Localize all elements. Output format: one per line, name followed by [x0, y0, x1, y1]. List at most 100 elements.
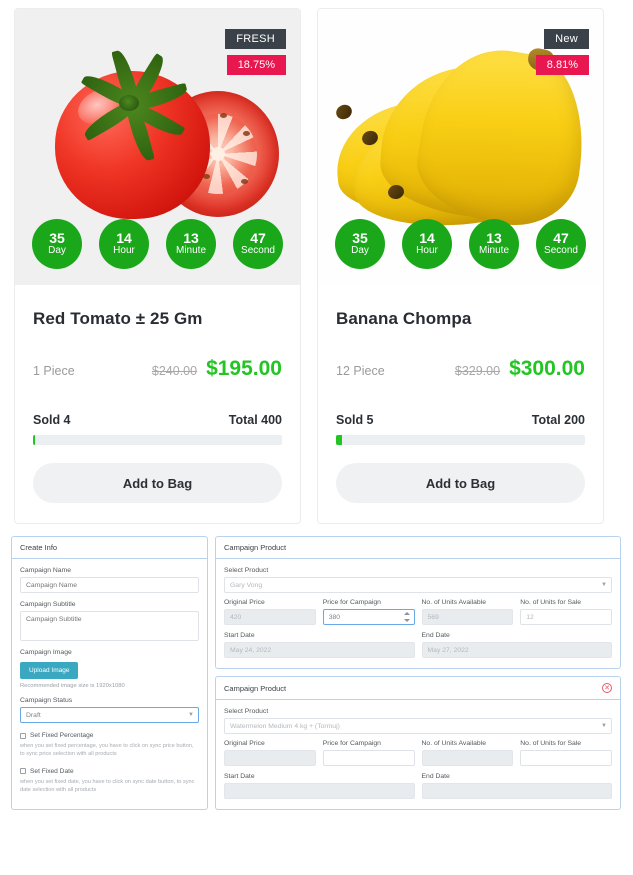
units-for-sale-input[interactable]: 12 [520, 609, 612, 625]
countdown-label: Hour [416, 245, 438, 257]
units-for-sale-label: No. of Units for Sale [520, 740, 582, 747]
countdown-value: 35 [352, 230, 368, 247]
select-product-label: Select Product [224, 708, 269, 715]
original-price-field-1: Original Price 420 [224, 599, 316, 625]
status-badge: New [544, 29, 589, 49]
create-info-body: Campaign Name Campaign Subtitle Campaign… [12, 559, 207, 805]
campaign-product-header-2: Campaign Product ✕ [216, 677, 620, 700]
units-available-field-2: No. of Units Available [421, 740, 514, 766]
total-count: Total 400 [228, 413, 282, 427]
units-available-input [421, 750, 514, 766]
fixed-percentage-checkbox[interactable] [20, 732, 26, 739]
end-date-input[interactable]: May 27, 2022 [421, 642, 612, 658]
campaign-subtitle-label: Campaign Subtitle [20, 601, 76, 608]
remove-product-icon[interactable]: ✕ [602, 683, 612, 693]
product-unit: 1 Piece [33, 364, 75, 378]
select-product-dropdown[interactable]: Gary Vong [224, 577, 612, 593]
page-root: FRESH 18.75% 35 Day 14 Hour 13 Minute 47… [0, 0, 633, 875]
countdown-value: 35 [49, 230, 65, 247]
start-date-field-1: Start Date May 24, 2022 [224, 632, 415, 658]
countdown-value: 13 [183, 230, 199, 247]
countdown-value: 14 [116, 230, 132, 247]
badge-group-tomato: FRESH 18.75% [225, 29, 286, 75]
price-campaign-label: Price for Campaign [322, 599, 381, 606]
product-unit: 12 Piece [336, 364, 385, 378]
original-price-input [224, 750, 316, 766]
progress-fill [336, 435, 343, 445]
campaign-status-label: Campaign Status [20, 697, 73, 704]
upload-image-button[interactable]: Upload Image [20, 662, 79, 679]
fixed-date-help: when you set fixed date, you have to cli… [20, 778, 195, 794]
fixed-percentage-row[interactable]: Set Fixed Percentage [20, 732, 199, 739]
countdown-label: Second [241, 245, 275, 257]
start-date-label: Start Date [224, 632, 255, 639]
countdown-second: 47 Second [536, 219, 586, 269]
campaign-status-select-wrap[interactable]: Draft ▼ [20, 707, 199, 723]
discount-badge: 8.81% [535, 55, 589, 75]
select-product-dropdown[interactable]: Watermelon Medium 4 kg + (Tormuj) [224, 718, 612, 734]
units-available-label: No. of Units Available [421, 740, 486, 747]
original-price-label: Original Price [224, 599, 265, 606]
end-date-input[interactable] [421, 783, 612, 799]
countdown-hour: 14 Hour [402, 219, 452, 269]
product-title: Banana Chompa [336, 309, 472, 328]
countdown-day: 35 Day [32, 219, 82, 269]
countdown-day: 35 Day [335, 219, 385, 269]
countdown-timer-banana: 35 Day 14 Hour 13 Minute 47 Second [318, 219, 603, 269]
product-title: Red Tomato ± 25 Gm [33, 309, 203, 328]
product-card-banana[interactable]: New 8.81% 35 Day 14 Hour 13 Minute 47 Se… [317, 8, 604, 524]
price-campaign-wrap[interactable]: 380 [322, 609, 415, 625]
select-product-wrap-2[interactable]: Watermelon Medium 4 kg + (Tormuj) ▼ [224, 718, 612, 734]
select-product-wrap-1[interactable]: Gary Vong ▼ [224, 577, 612, 593]
price-campaign-input[interactable] [322, 750, 415, 766]
start-date-label: Start Date [224, 773, 255, 780]
campaign-name-label: Campaign Name [20, 567, 71, 574]
fixed-date-row[interactable]: Set Fixed Date [20, 768, 199, 775]
start-date-input[interactable]: May 24, 2022 [224, 642, 415, 658]
price-campaign-input[interactable]: 380 [322, 609, 415, 625]
tomato-seed [241, 179, 248, 184]
campaign-name-input[interactable] [20, 577, 199, 593]
product-card-tomato[interactable]: FRESH 18.75% 35 Day 14 Hour 13 Minute 47… [14, 8, 301, 524]
stock-row: Sold 5 Total 200 [336, 413, 585, 427]
campaign-product-header-1: Campaign Product [216, 537, 620, 559]
campaign-product-panel-1: Campaign Product Select Product Gary Von… [215, 536, 621, 669]
fixed-percentage-label: Set Fixed Percentage [30, 732, 94, 739]
campaign-product-body-2: Select Product Watermelon Medium 4 kg + … [216, 700, 620, 809]
price-row: 12 Piece $329.00 $300.00 [336, 357, 585, 381]
units-for-sale-field-1: No. of Units for Sale 12 [520, 599, 612, 625]
price-campaign-field-1: Price for Campaign 380 [322, 599, 415, 625]
fixed-date-checkbox[interactable] [20, 768, 26, 775]
countdown-minute: 13 Minute [166, 219, 216, 269]
campaign-form-area: Create Info Campaign Name Campaign Subti… [0, 524, 633, 818]
original-price-field-2: Original Price [224, 740, 316, 766]
countdown-label: Day [48, 245, 66, 257]
campaign-products-column: Campaign Product Select Product Gary Von… [215, 536, 621, 810]
price-campaign-field-2: Price for Campaign [322, 740, 415, 766]
campaign-status-select[interactable]: Draft [20, 707, 199, 723]
stock-progress-bar [336, 435, 585, 445]
start-date-input[interactable] [224, 783, 415, 799]
units-for-sale-input[interactable] [520, 750, 612, 766]
end-date-label: End Date [421, 773, 450, 780]
add-to-bag-button[interactable]: Add to Bag [336, 463, 585, 503]
progress-fill [33, 435, 36, 445]
add-to-bag-button[interactable]: Add to Bag [33, 463, 282, 503]
campaign-subtitle-input[interactable] [20, 611, 199, 641]
product-cards-area: FRESH 18.75% 35 Day 14 Hour 13 Minute 47… [0, 0, 633, 524]
product-details-banana: Banana Chompa 12 Piece $329.00 $300.00 S… [318, 285, 603, 523]
campaign-product-title: Campaign Product [224, 543, 287, 552]
price-group: $329.00 $300.00 [455, 357, 585, 381]
end-date-field-2: End Date [421, 773, 612, 799]
countdown-label: Minute [175, 245, 206, 257]
price-group: $240.00 $195.00 [152, 357, 282, 381]
original-price: $240.00 [151, 364, 198, 378]
date-grid-1: Start Date May 24, 2022 End Date May 27,… [224, 632, 612, 658]
campaign-product-body-1: Select Product Gary Vong ▼ Original Pric… [216, 559, 620, 668]
units-for-sale-field-2: No. of Units for Sale [520, 740, 612, 766]
fixed-date-label: Set Fixed Date [30, 767, 74, 775]
create-info-header: Create Info [12, 537, 207, 559]
discount-badge: 18.75% [226, 55, 286, 75]
date-grid-2: Start Date End Date [224, 773, 612, 799]
countdown-label: Second [544, 245, 578, 257]
